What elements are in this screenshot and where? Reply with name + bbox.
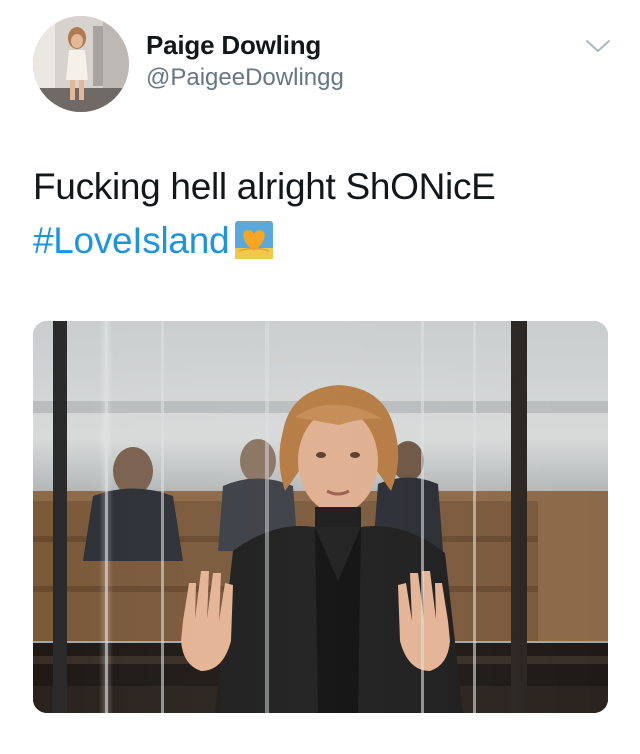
hashtag-link[interactable]: #LoveIsland [33, 220, 230, 261]
tweet-media-image[interactable] [33, 321, 608, 713]
heart-on-island-icon [235, 220, 274, 274]
tweet-card: Paige Dowling @PaigeeDowlingg Fucking he… [0, 0, 640, 754]
chevron-down-icon[interactable] [585, 38, 611, 54]
author-display-name[interactable]: Paige Dowling [146, 30, 344, 60]
author-names: Paige Dowling @PaigeeDowlingg [146, 30, 344, 93]
tweet-text: Fucking hell alright ShONicE #LoveIsland [33, 160, 613, 274]
avatar[interactable] [33, 16, 129, 112]
author-handle[interactable]: @PaigeeDowlingg [146, 63, 344, 93]
tweet-body: Fucking hell alright ShONicE [33, 166, 496, 207]
